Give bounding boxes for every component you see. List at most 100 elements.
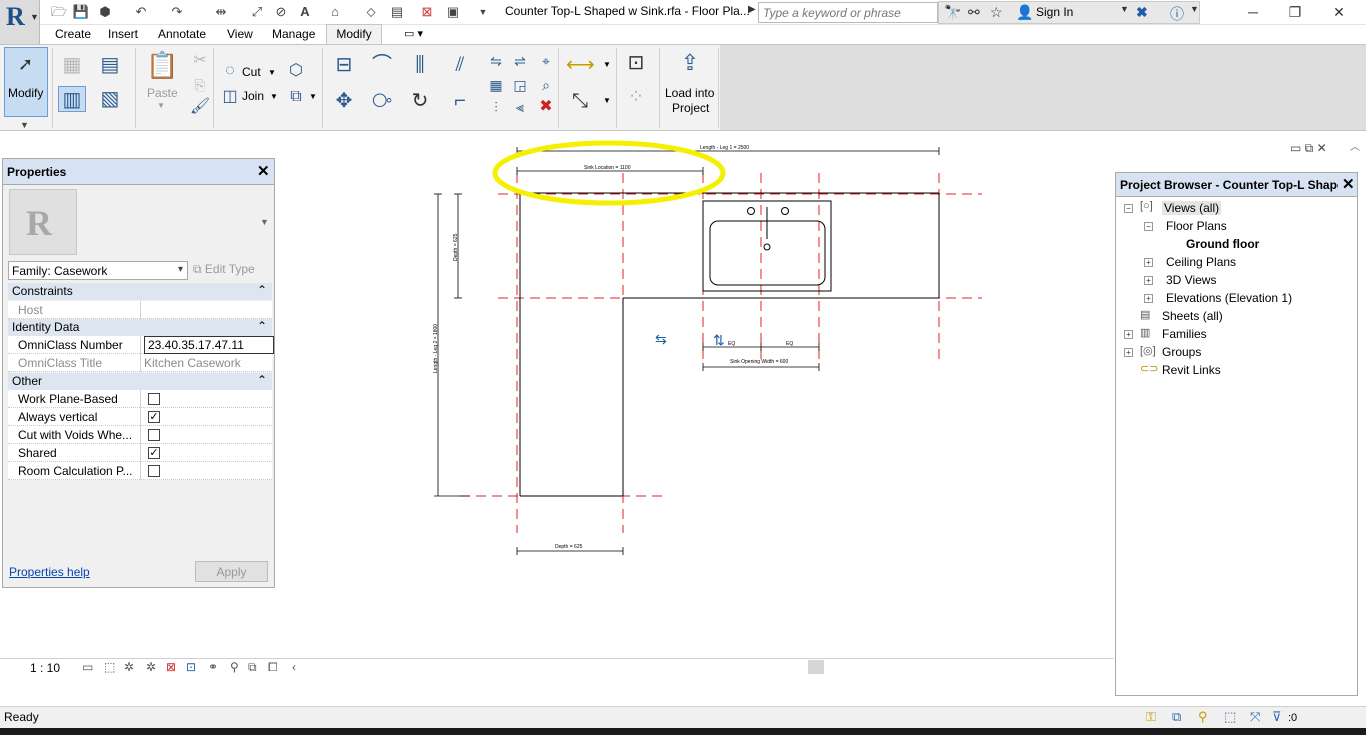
close-window-button[interactable]: ✕ [1316, 2, 1362, 22]
rotate-icon[interactable]: ↻ [406, 88, 434, 114]
tab-annotate[interactable]: Annotate [158, 27, 206, 41]
search-input[interactable]: Type a keyword or phrase [758, 2, 938, 23]
tree-item-ground-floor[interactable]: Ground floor [1186, 237, 1259, 251]
expand-icon[interactable]: + [1124, 330, 1133, 339]
unpin-icon[interactable]: ⌖ [532, 48, 560, 74]
cut-with-voids-checkbox[interactable] [148, 429, 160, 441]
match-type-icon[interactable]: 🖌 [186, 94, 214, 120]
filter-icon[interactable]: ⊽ [1272, 709, 1282, 725]
reference-planes[interactable] [460, 173, 982, 533]
minimize-window-button[interactable]: ─ [1230, 2, 1276, 22]
align-icon[interactable]: ⊟ [330, 52, 358, 78]
expand-icon[interactable]: + [1144, 294, 1153, 303]
temporary-view-properties-icon[interactable]: ⧉ [248, 660, 257, 675]
worksets-icon[interactable]: ⚿ [1146, 709, 1156, 725]
save-icon[interactable]: 💾 [72, 3, 90, 21]
close-hidden-windows-icon[interactable]: ⊠ [418, 3, 436, 21]
modify-button[interactable]: ➚ Modify [4, 47, 48, 117]
tree-item-ceiling-plans[interactable]: Ceiling Plans [1166, 255, 1236, 269]
switch-windows-icon[interactable]: ▣ [444, 3, 462, 21]
type-properties-icon[interactable]: ▧ [96, 86, 124, 112]
tree-item-3d-views[interactable]: 3D Views [1166, 273, 1216, 287]
ribbon-display-toggle-icon[interactable]: ▭ ▾ [404, 27, 423, 40]
offset-icon[interactable]: ⌒ [368, 52, 396, 78]
sun-path-icon[interactable]: ✲ [124, 660, 134, 674]
close-icon[interactable]: ✕ [1342, 175, 1355, 193]
collapse-icon[interactable]: − [1144, 222, 1153, 231]
flip-horizontal-icon[interactable]: ⇆ [655, 331, 667, 347]
properties-help-link[interactable]: Properties help [9, 565, 90, 579]
family-selector[interactable]: Family: Casework ▾ [8, 261, 188, 280]
reveal-hidden-icon[interactable]: ⚲ [230, 660, 239, 674]
measure-dropdown-icon[interactable]: ▼ [603, 60, 611, 69]
dimensions[interactable] [434, 147, 940, 555]
select-pinned-icon[interactable]: ⤧ [1250, 709, 1260, 725]
mirror-draw-axis-icon[interactable]: ⫽ [446, 52, 474, 78]
expand-icon[interactable]: + [1144, 276, 1153, 285]
chevron-right-icon[interactable]: ▶ [748, 4, 756, 15]
work-plane-based-checkbox[interactable] [148, 393, 160, 405]
sync-icon[interactable]: ⬢ [96, 3, 114, 21]
join-geometry-icon[interactable]: ◫ [216, 84, 244, 110]
sign-in-chevron-icon[interactable]: ▼ [1120, 4, 1129, 14]
shadows-icon[interactable]: ✲ [146, 660, 156, 674]
void-icon[interactable]: ⬡ [282, 58, 310, 84]
room-calculation-checkbox[interactable] [148, 465, 160, 477]
load-into-project-label-line1[interactable]: Load into [665, 86, 714, 100]
dimension-icon[interactable]: ⤡ [566, 88, 594, 114]
customize-toolbar-icon[interactable]: ▼ [474, 3, 492, 21]
open-icon[interactable]: 🗁 [50, 3, 68, 21]
aligned-dimension-icon[interactable]: ⤢ [248, 3, 266, 21]
tree-item-elevations[interactable]: Elevations (Elevation 1) [1166, 291, 1292, 305]
measure-icon[interactable]: ⇹ [212, 3, 230, 21]
move-icon[interactable]: ✥ [330, 88, 358, 114]
default-3d-view-icon[interactable]: ⌂ [326, 3, 344, 21]
help-icon[interactable]: ⓘ [1170, 4, 1184, 24]
show-crop-region-icon[interactable]: ⊡ [186, 660, 196, 674]
text-icon[interactable]: A [296, 3, 314, 21]
tree-item-floor-plans[interactable]: Floor Plans [1166, 219, 1227, 233]
favorites-star-icon[interactable]: ☆ [990, 4, 1003, 21]
load-into-project-label-line2[interactable]: Project [672, 101, 709, 115]
help-chevron-icon[interactable]: ▼ [1190, 4, 1199, 14]
cut-label[interactable]: Cut [242, 65, 261, 79]
paste-dropdown-icon[interactable]: ▼ [157, 101, 165, 110]
expand-icon[interactable]: + [1124, 348, 1133, 357]
crop-view-icon[interactable]: ⊠ [166, 660, 176, 674]
flip-vertical-icon[interactable]: ⇅ [713, 332, 725, 348]
load-into-project-icon[interactable]: ⇪ [676, 50, 704, 76]
collapse-icon[interactable]: ⌃ [257, 283, 267, 297]
select-dropdown-icon[interactable]: ▼ [20, 120, 29, 130]
editable-only-icon[interactable]: ⧉ [1172, 709, 1181, 725]
visual-style-icon[interactable]: ⬚ [104, 660, 115, 674]
tree-item-sheets[interactable]: Sheets (all) [1162, 309, 1223, 323]
edit-type-button[interactable]: ⧉ Edit Type [193, 262, 255, 277]
tree-item-views-all[interactable]: Views (all) [1162, 201, 1222, 215]
horizontal-scrollbar-thumb[interactable] [808, 660, 824, 674]
split-face-icon[interactable]: ⧉ [282, 84, 310, 110]
family-category-icon[interactable]: ▤ [96, 52, 124, 78]
trim-multiple-icon[interactable]: ⫷ [506, 94, 534, 120]
select-underlay-icon[interactable]: ⬚ [1224, 709, 1236, 725]
collapse-icon[interactable]: − [1124, 204, 1133, 213]
tab-view[interactable]: View [227, 27, 253, 41]
tree-item-groups[interactable]: Groups [1162, 345, 1201, 359]
sink[interactable] [702, 200, 832, 292]
copy-icon[interactable]: ⧂ [368, 88, 396, 114]
thin-lines-icon[interactable]: ▤ [388, 3, 406, 21]
scroll-up-icon[interactable]: ︿ [1350, 138, 1360, 153]
scroll-left-icon[interactable]: ‹ [292, 660, 296, 674]
view-window-controls[interactable]: ▭ ⧉ ✕ [1290, 141, 1327, 156]
create-similar-icon[interactable]: ⊡ [622, 50, 650, 76]
collapse-icon[interactable]: ⌃ [257, 319, 267, 333]
tab-create[interactable]: Create [55, 27, 91, 41]
split-dropdown-icon[interactable]: ▼ [309, 92, 317, 101]
create-group-icon[interactable]: ⁘ [622, 84, 650, 110]
trim-extend-corner-icon[interactable]: ⌐ [446, 88, 474, 114]
tree-item-families[interactable]: Families [1162, 327, 1207, 341]
omniclass-number-field[interactable]: 23.40.35.17.47.11 [144, 336, 274, 354]
tab-modify[interactable]: Modify [326, 24, 382, 45]
application-menu-button[interactable]: R ▼ [0, 0, 40, 45]
cut-dropdown-icon[interactable]: ▼ [268, 68, 276, 77]
view-scale[interactable]: 1 : 10 [30, 661, 60, 675]
